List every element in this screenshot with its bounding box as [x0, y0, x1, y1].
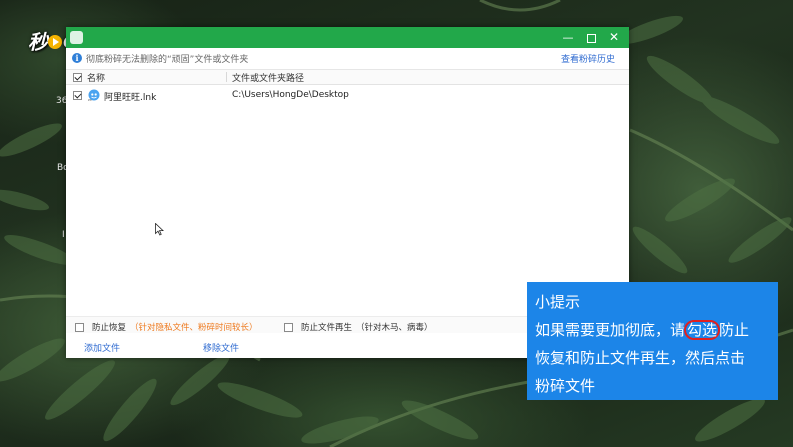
tip-line-2: 恢复和防止文件再生，然后点击 [535, 349, 746, 367]
tip-overlay: 小提示 如果需要更加彻底，请 勾选 防止 恢复和防止文件再生，然后点击 粉碎文件 [527, 282, 778, 400]
info-icon: i [72, 53, 82, 63]
prevent-recovery-checkbox[interactable] [75, 322, 84, 332]
tip-line-1-end: 防止 [719, 321, 750, 339]
tip-line-1: 如果需要更加彻底，请 勾选 防止 [535, 316, 770, 344]
prevent-regeneration-note: （针对木马、病毒） [356, 323, 433, 333]
prevent-recovery-option[interactable]: 防止恢复 （针对隐私文件、粉碎时间较长） [75, 321, 258, 333]
tip-line-1-start: 如果需要更加彻底，请 [535, 321, 686, 339]
column-divider[interactable] [226, 72, 227, 82]
file-path: C:\Users\HongDe\Desktop [232, 90, 349, 100]
desktop-icon-label[interactable]: I [62, 230, 65, 240]
select-all-checkbox[interactable] [73, 73, 82, 82]
maximize-icon [586, 33, 596, 43]
aliwangwang-icon [88, 89, 100, 101]
info-bar: i 彻底粉碎无法删除的“顽固”文件或文件夹 查看粉碎历史 [66, 48, 629, 70]
maximize-button[interactable] [580, 27, 602, 48]
view-shred-history-link[interactable]: 查看粉碎历史 [561, 52, 615, 65]
add-file-link[interactable]: 添加文件 [84, 341, 120, 354]
tip-title: 小提示 [535, 293, 581, 311]
prevent-regeneration-option[interactable]: 防止文件再生 （针对木马、病毒） [284, 321, 433, 333]
prevent-recovery-label[interactable]: 防止恢复 [92, 321, 126, 333]
list-header: 名称 文件或文件夹路径 [66, 70, 629, 85]
info-text: 彻底粉碎无法删除的“顽固”文件或文件夹 [86, 55, 249, 65]
file-name: 阿里旺旺.lnk [104, 93, 157, 103]
minimize-button[interactable]: — [557, 27, 579, 48]
prevent-regeneration-checkbox[interactable] [284, 322, 293, 332]
close-button[interactable]: ✕ [603, 27, 625, 48]
file-checkbox[interactable] [73, 91, 82, 100]
title-bar[interactable]: — ✕ [66, 27, 629, 48]
column-name-header[interactable]: 名称 [87, 71, 105, 84]
mouse-cursor-icon [155, 223, 164, 236]
file-row[interactable]: 阿里旺旺.lnk C:\Users\HongDe\Desktop [66, 89, 629, 103]
remove-file-link[interactable]: 移除文件 [203, 341, 239, 354]
tip-line-3: 粉碎文件 [535, 377, 596, 395]
app-icon [70, 31, 83, 44]
play-icon [48, 34, 62, 49]
prevent-regeneration-label[interactable]: 防止文件再生 [301, 321, 352, 333]
tip-highlight-check: 勾选 [684, 320, 721, 340]
prevent-recovery-note: （针对隐私文件、粉碎时间较长） [130, 323, 258, 333]
column-path-header[interactable]: 文件或文件夹路径 [232, 71, 304, 84]
logo-text-left: 秒 [28, 30, 48, 54]
